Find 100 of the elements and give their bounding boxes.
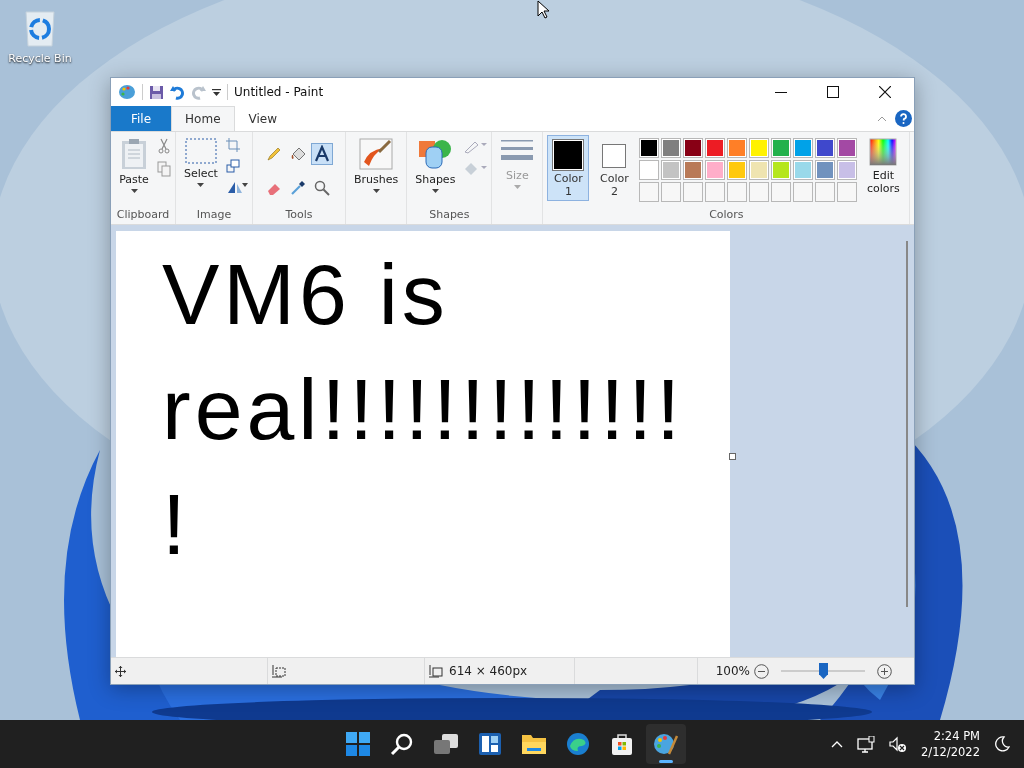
caret-icon bbox=[431, 189, 439, 193]
custom-color-slot[interactable] bbox=[749, 182, 770, 202]
palette-swatch[interactable] bbox=[661, 160, 682, 180]
text-icon bbox=[312, 145, 331, 163]
network-icon[interactable] bbox=[857, 735, 876, 753]
custom-color-slot[interactable] bbox=[771, 182, 792, 202]
shopping-bag-icon bbox=[610, 732, 634, 756]
rotate-icon[interactable] bbox=[225, 180, 248, 194]
palette-swatch[interactable] bbox=[815, 160, 836, 180]
palette-swatch[interactable] bbox=[815, 138, 836, 158]
undo-icon[interactable] bbox=[170, 84, 185, 100]
zoom-level: 100% bbox=[715, 664, 750, 678]
caret-icon bbox=[513, 185, 521, 189]
clipboard-icon bbox=[119, 138, 149, 170]
color-selector-button[interactable]: Color 2 bbox=[593, 135, 636, 201]
muted-speaker-icon[interactable] bbox=[889, 735, 908, 753]
maximize-icon[interactable] bbox=[827, 86, 839, 98]
shapes-icon bbox=[418, 138, 453, 170]
crop-icon[interactable] bbox=[225, 138, 240, 152]
brushes-button[interactable]: Brushes bbox=[349, 135, 403, 196]
magnifier-icon bbox=[313, 179, 330, 196]
save-icon[interactable] bbox=[149, 84, 164, 100]
edit-colors-button[interactable]: Edit colors bbox=[861, 135, 906, 198]
palette-swatch[interactable] bbox=[771, 138, 792, 158]
group-label: Tools bbox=[284, 208, 314, 223]
palette-swatch[interactable] bbox=[639, 138, 660, 158]
cursor-icon bbox=[537, 0, 549, 19]
collapse-ribbon-icon[interactable] bbox=[877, 115, 887, 122]
custom-color-slot[interactable] bbox=[705, 182, 726, 202]
custom-color-slot[interactable] bbox=[661, 182, 682, 202]
palette-swatch[interactable] bbox=[683, 160, 704, 180]
copy-icon[interactable] bbox=[157, 161, 171, 177]
scissors-icon[interactable] bbox=[157, 138, 171, 154]
select-button[interactable]: Select bbox=[180, 135, 222, 190]
moon-icon[interactable] bbox=[994, 736, 1010, 752]
chevron-up-icon[interactable] bbox=[831, 740, 844, 748]
text-tool[interactable] bbox=[310, 143, 333, 165]
rainbow-icon bbox=[869, 138, 898, 166]
shapes-button[interactable]: Shapes bbox=[411, 135, 460, 196]
caret-icon bbox=[197, 183, 205, 187]
help-icon[interactable] bbox=[895, 110, 912, 127]
palette-swatch[interactable] bbox=[705, 160, 726, 180]
stacked-windows-icon bbox=[433, 732, 459, 756]
palette-swatch[interactable] bbox=[837, 138, 858, 158]
canvas-text: VM6 is bbox=[162, 245, 450, 344]
palette-swatch[interactable] bbox=[705, 138, 726, 158]
brush-icon bbox=[359, 138, 394, 170]
zoom-out-icon[interactable] bbox=[754, 663, 769, 679]
group-label: Colors bbox=[708, 208, 745, 223]
pencil-icon bbox=[265, 146, 282, 162]
selection-size-icon bbox=[272, 664, 286, 678]
custom-color-slot[interactable] bbox=[639, 182, 660, 202]
canvas[interactable]: VM6 is real!!!!!!!!!!!!! ! bbox=[116, 231, 730, 657]
caret-icon bbox=[130, 189, 138, 193]
window-title: Untitled - Paint bbox=[234, 85, 324, 99]
custom-color-slot[interactable] bbox=[837, 182, 858, 202]
group-label: Image bbox=[195, 208, 233, 223]
clock-time[interactable]: 2:24 PM bbox=[933, 728, 980, 744]
palette-swatch[interactable] bbox=[639, 160, 660, 180]
palette-swatch[interactable] bbox=[661, 138, 682, 158]
zoom-in-icon[interactable] bbox=[877, 663, 892, 679]
ribbon-tab[interactable]: File bbox=[111, 106, 172, 131]
resize-handle[interactable] bbox=[729, 453, 736, 460]
custom-color-slot[interactable] bbox=[793, 182, 814, 202]
selection-rectangle-icon bbox=[184, 138, 217, 164]
close-icon[interactable] bbox=[879, 86, 891, 98]
widgets-icon bbox=[478, 732, 502, 756]
move-icon bbox=[115, 665, 126, 677]
ribbon-tab[interactable]: Home bbox=[171, 106, 235, 131]
image-size: 614 × 460px bbox=[449, 664, 528, 678]
canvas-text: ! bbox=[162, 475, 191, 574]
custom-color-slot[interactable] bbox=[683, 182, 704, 202]
palette-swatch[interactable] bbox=[837, 160, 858, 180]
palette-swatch[interactable] bbox=[683, 138, 704, 158]
customize-caret-icon[interactable] bbox=[212, 87, 221, 97]
palette-swatch[interactable] bbox=[749, 160, 770, 180]
palette-swatch[interactable] bbox=[771, 160, 792, 180]
folder-icon bbox=[521, 732, 547, 756]
palette-swatch[interactable] bbox=[727, 138, 748, 158]
paint-bucket-icon bbox=[289, 146, 306, 162]
color-picker-icon bbox=[289, 179, 306, 196]
windows-icon bbox=[346, 732, 370, 756]
zoom-slider-thumb[interactable] bbox=[819, 663, 828, 679]
palette-swatch[interactable] bbox=[727, 160, 748, 180]
resize-icon[interactable] bbox=[225, 159, 240, 173]
color-selector-button[interactable]: Color 1 bbox=[547, 135, 590, 201]
clock-date[interactable]: 2/12/2022 bbox=[921, 744, 980, 760]
paint-taskbar-button[interactable] bbox=[646, 724, 686, 764]
paint-palette-icon bbox=[118, 83, 136, 101]
group-label: Clipboard bbox=[115, 208, 171, 223]
palette-swatch[interactable] bbox=[793, 138, 814, 158]
ribbon-tab[interactable]: View bbox=[234, 106, 291, 131]
palette-swatch[interactable] bbox=[749, 138, 770, 158]
palette-swatch[interactable] bbox=[793, 160, 814, 180]
search-icon bbox=[390, 732, 414, 756]
scrollbar[interactable] bbox=[906, 241, 908, 607]
group-label: Shapes bbox=[428, 208, 471, 223]
custom-color-slot[interactable] bbox=[727, 182, 748, 202]
custom-color-slot[interactable] bbox=[815, 182, 836, 202]
paste-button[interactable]: Paste bbox=[115, 135, 153, 196]
